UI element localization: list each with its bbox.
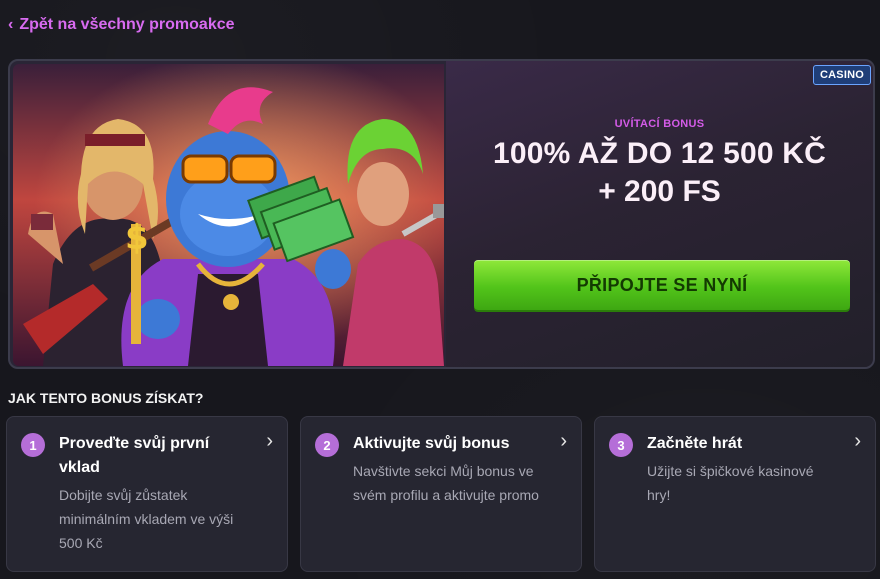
step-number-badge: 2 xyxy=(315,433,339,457)
step-title: Aktivujte svůj bonus xyxy=(353,435,510,452)
back-to-promotions-link[interactable]: ‹ Zpět na všechny promoakce xyxy=(8,16,235,34)
bonus-steps: 1 Proveďte svůj první vklad › Dobijte sv… xyxy=(6,416,876,572)
bonus-title: 100% AŽ DO 12 500 KČ xyxy=(492,137,827,170)
step-title: Začněte hrát xyxy=(647,435,743,452)
step-card-1[interactable]: 1 Proveďte svůj první vklad › Dobijte sv… xyxy=(6,416,288,572)
step-card-2[interactable]: 2 Aktivujte svůj bonus › Navštivte sekci… xyxy=(300,416,582,572)
join-now-button[interactable]: PŘIPOJTE SE NYNÍ xyxy=(474,260,850,310)
chevron-right-icon: › xyxy=(854,430,861,452)
step-description: Užijte si špičkové kasinové hry! xyxy=(647,463,814,503)
chevron-right-icon: › xyxy=(560,430,567,452)
back-link-label: Zpět na všechny promoakce xyxy=(19,16,235,33)
step-number-badge: 3 xyxy=(609,433,633,457)
step-number-badge: 1 xyxy=(21,433,45,457)
step-description: Dobijte svůj zůstatek minimálním vkladem… xyxy=(59,487,234,551)
bonus-free-spins: + 200 FS xyxy=(598,175,721,208)
promo-details-panel: CASINO UVÍTACÍ BONUS 100% AŽ DO 12 500 K… xyxy=(446,61,873,367)
step-description: Navštivte sekci Můj bonus ve svém profil… xyxy=(353,463,539,503)
promo-card: $ CASINO UVÍTACÍ BONUS 100% AŽ DO 12 500… xyxy=(8,59,875,369)
svg-text:$: $ xyxy=(125,218,149,258)
casino-badge: CASINO xyxy=(813,65,871,85)
rockstar-characters-illustration: $ xyxy=(13,64,444,366)
chevron-left-icon: ‹ xyxy=(8,16,14,33)
how-to-get-bonus-heading: JAK TENTO BONUS ZÍSKAT? xyxy=(8,390,204,406)
chevron-right-icon: › xyxy=(266,430,273,452)
bonus-type-label: UVÍTACÍ BONUS xyxy=(614,118,705,130)
step-card-3[interactable]: 3 Začněte hrát › Užijte si špičkové kasi… xyxy=(594,416,876,572)
promo-hero-image: $ xyxy=(13,64,444,366)
step-title: Proveďte svůj první vklad xyxy=(59,435,210,476)
